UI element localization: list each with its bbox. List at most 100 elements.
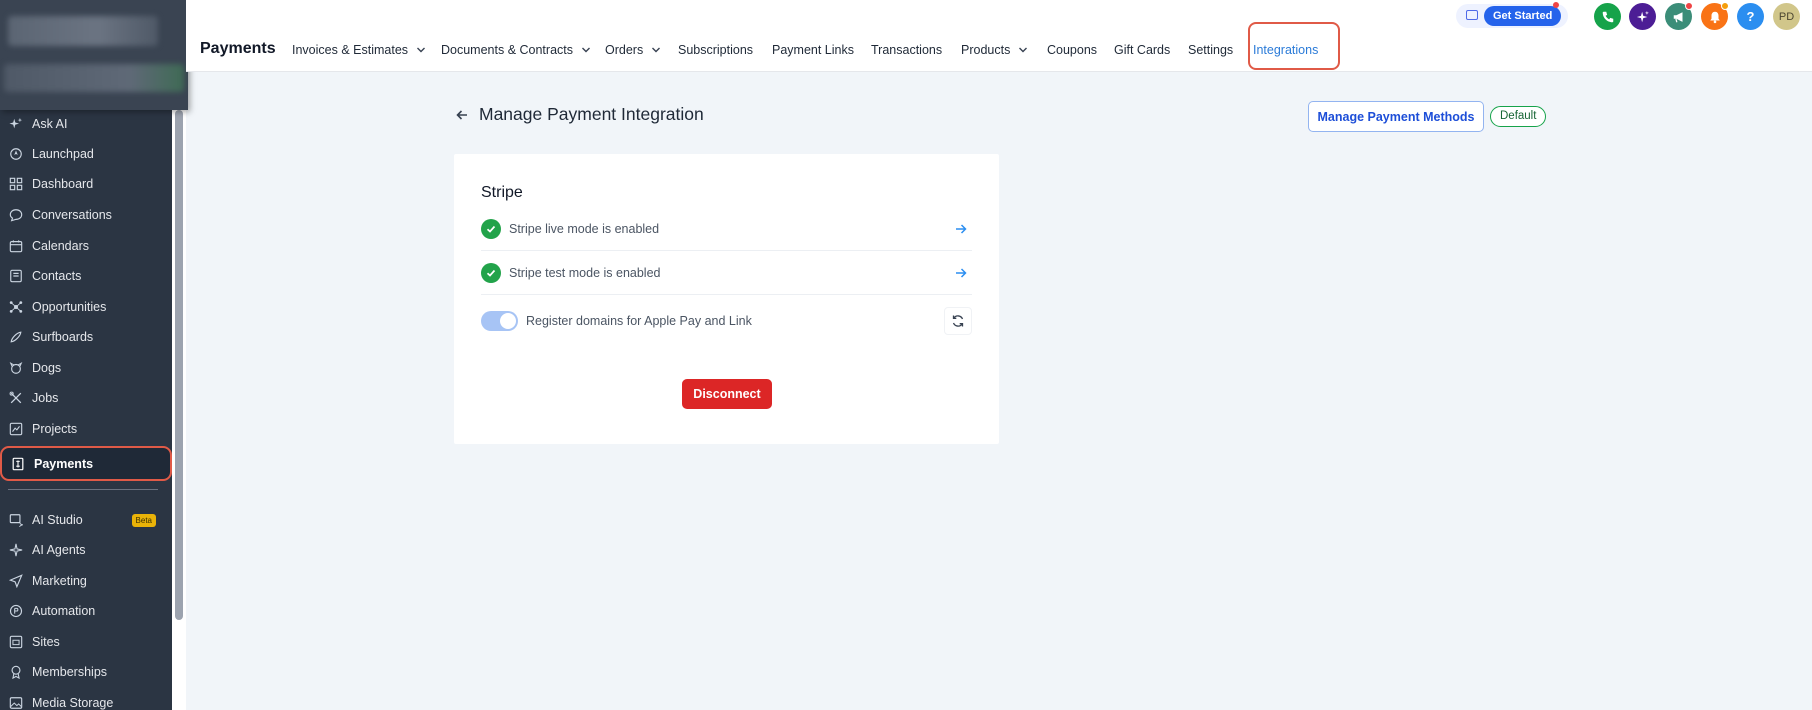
integrations-highlight: [1248, 22, 1340, 70]
sidebar-item-label: AI Agents: [32, 543, 86, 557]
nav-payment-links[interactable]: Payment Links: [772, 43, 854, 57]
tools-icon: [8, 390, 24, 406]
megaphone-icon: [1673, 11, 1682, 22]
sidebar-item-label: Calendars: [32, 239, 89, 253]
default-badge: Default: [1490, 106, 1547, 127]
nav-products[interactable]: Products: [961, 43, 1028, 57]
sidebar-item-marketing[interactable]: Marketing: [8, 568, 170, 594]
sidebar-item-launchpad[interactable]: Launchpad: [8, 141, 170, 167]
get-started-widget[interactable]: Get Started: [1456, 4, 1568, 28]
nav-transactions[interactable]: Transactions: [871, 43, 942, 57]
avatar[interactable]: PD: [1773, 3, 1800, 30]
ai-studio-icon: [8, 512, 24, 528]
nav-invoices-estimates[interactable]: Invoices & Estimates: [292, 43, 426, 57]
nav-label: Settings: [1188, 43, 1234, 57]
card-title: Stripe: [481, 184, 523, 201]
account-switcher[interactable]: [0, 0, 188, 110]
get-started-button[interactable]: Get Started: [1484, 6, 1562, 26]
ai-assistant-button[interactable]: [1629, 3, 1656, 30]
nav-label: Subscriptions: [678, 43, 754, 57]
nav-subscriptions[interactable]: Subscriptions: [678, 43, 753, 57]
nav-orders[interactable]: Orders: [605, 43, 661, 57]
sidebar-item-sites[interactable]: Sites: [8, 629, 170, 655]
surfboard-icon: [8, 329, 24, 345]
sparkle-icon: [8, 116, 24, 132]
agents-icon: [8, 542, 24, 558]
refresh-button[interactable]: [944, 307, 972, 335]
test-mode-status: Stripe test mode is enabled: [509, 265, 661, 280]
card-icon: [1466, 10, 1478, 20]
nav-documents-contracts[interactable]: Documents & Contracts: [441, 43, 591, 57]
sidebar-item-conversations[interactable]: Conversations: [8, 202, 170, 228]
check-circle-icon: [481, 218, 501, 239]
stripe-integration-card: Stripe Stripe live mode is enabled Strip…: [454, 154, 999, 444]
sidebar-item-label: AI Studio: [32, 513, 83, 527]
sidebar-item-ai-studio[interactable]: AI Studio Beta: [8, 507, 170, 533]
manage-payment-methods-button[interactable]: Manage Payment Methods: [1308, 101, 1484, 132]
sidebar-item-label: Dashboard: [32, 177, 94, 191]
sidebar-item-jobs[interactable]: Jobs: [8, 385, 170, 411]
test-mode-row[interactable]: Stripe test mode is enabled: [481, 251, 972, 295]
sidebar-item-dogs[interactable]: Dogs: [8, 355, 170, 381]
sidebar-item-contacts[interactable]: Contacts: [8, 263, 170, 289]
arrow-right-icon[interactable]: [954, 222, 968, 236]
grid-icon: [8, 176, 24, 192]
calendar-icon: [8, 238, 24, 254]
nav-settings[interactable]: Settings: [1188, 43, 1233, 57]
notifications-button[interactable]: [1701, 2, 1729, 30]
image-icon: [8, 695, 24, 710]
notification-dot: [1553, 2, 1559, 8]
sidebar-item-label: Launchpad: [32, 147, 94, 161]
sidebar-item-surfboards[interactable]: Surfboards: [8, 324, 170, 350]
sidebar-item-label: Payments: [34, 456, 94, 471]
sidebar-item-label: Projects: [32, 422, 78, 436]
sidebar-item-payments[interactable]: Payments: [0, 446, 172, 481]
nav-label: Payment Links: [772, 43, 854, 57]
sidebar-item-media-storage[interactable]: Media Storage: [8, 690, 170, 710]
chevron-down-icon: [1019, 47, 1028, 53]
page-title: Manage Payment Integration: [479, 104, 704, 124]
sidebar-item-dashboard[interactable]: Dashboard: [8, 171, 170, 197]
help-button[interactable]: ?: [1737, 3, 1764, 30]
nav-label: Invoices & Estimates: [292, 43, 409, 57]
register-domains-toggle[interactable]: [481, 311, 518, 331]
arrow-right-icon[interactable]: [954, 266, 968, 280]
sidebar-item-label: Automation: [32, 604, 96, 618]
sidebar-item-label: Memberships: [32, 665, 108, 679]
live-mode-status: Stripe live mode is enabled: [509, 221, 660, 236]
rocket-icon: [8, 146, 24, 162]
sidebar-item-opportunities[interactable]: Opportunities: [8, 294, 170, 320]
register-domains-label: Register domains for Apple Pay and Link: [526, 314, 752, 328]
nav-coupons[interactable]: Coupons: [1047, 43, 1097, 57]
sidebar-item-projects[interactable]: Projects: [8, 416, 170, 442]
location-search-blurred: [4, 64, 184, 92]
sidebar-scrollbar[interactable]: [175, 110, 183, 620]
disconnect-button[interactable]: Disconnect: [682, 379, 772, 409]
page-header: Manage Payment Integration: [455, 104, 704, 125]
sidebar-item-memberships[interactable]: Memberships: [8, 659, 170, 685]
sidebar-item-ai-agents[interactable]: AI Agents: [8, 537, 170, 563]
page-section-title: Payments: [200, 40, 276, 57]
sidebar-item-label: Contacts: [32, 269, 82, 283]
automation-icon: [8, 603, 24, 619]
sidebar-item-automation[interactable]: Automation: [8, 598, 170, 624]
nav-gift-cards[interactable]: Gift Cards: [1114, 43, 1170, 57]
announcements-button[interactable]: [1665, 2, 1693, 30]
sidebar-item-calendars[interactable]: Calendars: [8, 233, 170, 259]
check-circle-icon: [481, 262, 501, 283]
send-icon: [8, 573, 24, 589]
receipt-icon: [10, 456, 26, 472]
back-arrow-icon[interactable]: [455, 108, 469, 122]
sidebar-item-label: Ask AI: [32, 117, 68, 131]
sidebar-item-label: Sites: [32, 635, 60, 649]
register-domains-row: Register domains for Apple Pay and Link: [481, 297, 972, 345]
sidebar-item-ask-ai[interactable]: Ask AI: [8, 111, 170, 137]
beta-badge: Beta: [131, 513, 156, 527]
top-navigation: Payments Invoices & Estimates Documents …: [186, 0, 1812, 72]
live-mode-row[interactable]: Stripe live mode is enabled: [481, 207, 972, 251]
nav-label: Gift Cards: [1114, 43, 1171, 57]
phone-button[interactable]: [1594, 3, 1621, 30]
membership-icon: [8, 664, 24, 680]
chat-icon: [8, 207, 24, 223]
question-icon: ?: [1746, 9, 1755, 24]
